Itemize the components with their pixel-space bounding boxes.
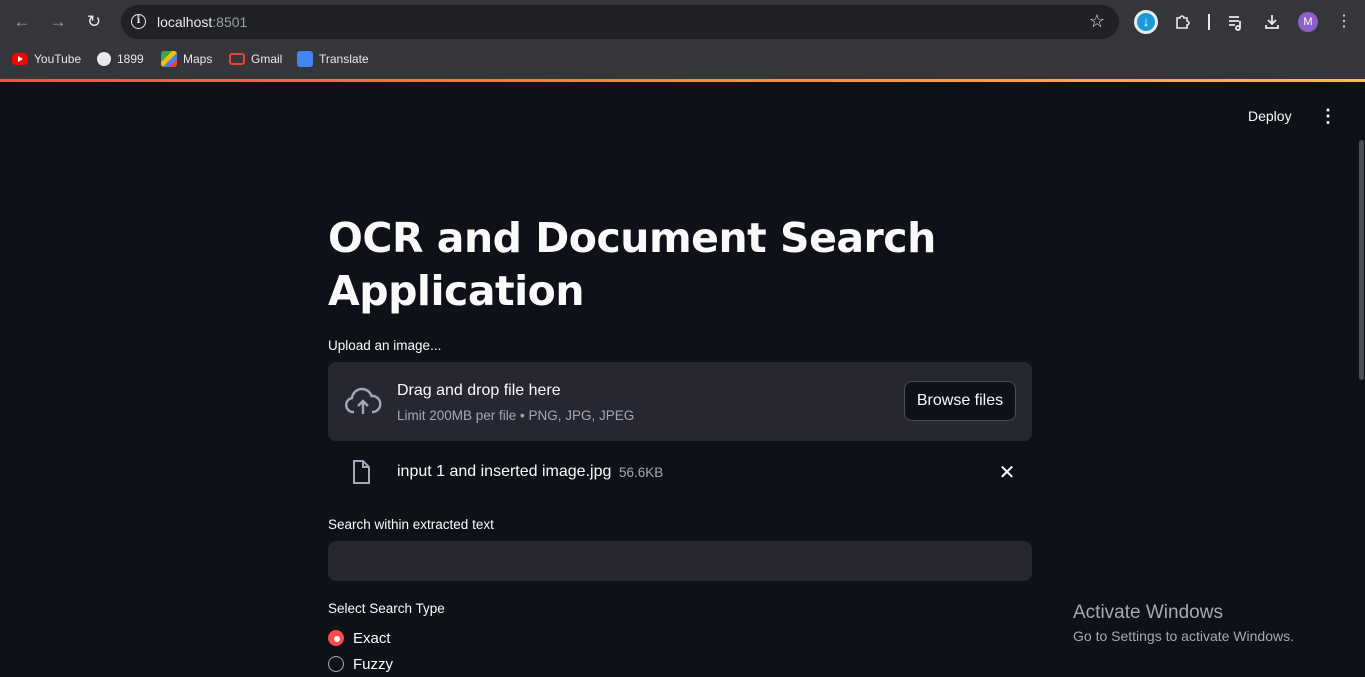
uploaded-file-size: 56.6KB <box>619 465 664 480</box>
globe-icon <box>97 52 111 66</box>
bookmark-translate[interactable]: Translate <box>297 51 369 67</box>
site-info-icon[interactable]: i <box>131 14 146 29</box>
bookmark-label: 1899 <box>117 52 144 66</box>
uploaded-file-row: input 1 and inserted image.jpg 56.6KB ✕ <box>328 452 1032 492</box>
bookmark-label: YouTube <box>34 52 82 66</box>
downloads-icon[interactable] <box>1260 10 1284 34</box>
forward-arrow-icon[interactable]: → <box>46 10 70 34</box>
watermark-subtitle: Go to Settings to activate Windows. <box>1073 628 1294 644</box>
windows-activation-watermark: Activate Windows Go to Settings to activ… <box>1073 602 1294 644</box>
reading-list-icon[interactable] <box>1224 10 1248 34</box>
bookmark-1899[interactable]: 1899 <box>97 51 144 67</box>
gmail-icon <box>229 53 245 65</box>
app-menu-icon[interactable]: ⋮ <box>1318 106 1338 126</box>
bookmark-label: Translate <box>319 52 369 66</box>
streamlit-app: Deploy ⋮ OCR and Document Search Applica… <box>0 82 1365 677</box>
address-bar[interactable]: i localhost:8501 ☆ <box>121 5 1119 39</box>
deploy-button[interactable]: Deploy <box>1248 108 1292 124</box>
radio-option-fuzzy[interactable]: Fuzzy <box>328 653 393 675</box>
dropzone-limits: Limit 200MB per file • PNG, JPG, JPEG <box>397 408 635 423</box>
download-extension-icon[interactable]: ↓ <box>1134 10 1158 34</box>
bookmark-label: Maps <box>183 52 213 66</box>
file-dropzone[interactable]: Drag and drop file here Limit 200MB per … <box>328 362 1032 441</box>
radio-label: Fuzzy <box>353 655 394 673</box>
youtube-icon <box>12 53 28 65</box>
search-label: Search within extracted text <box>328 517 494 532</box>
browse-files-button[interactable]: Browse files <box>904 381 1016 421</box>
bookmark-star-icon[interactable]: ☆ <box>1089 11 1105 32</box>
url-host: localhost <box>157 14 213 30</box>
toolbar-separator <box>1208 14 1210 30</box>
bookmarks-bar: YouTube 1899 Maps Gmail Translate <box>0 44 1365 74</box>
bookmark-label: Gmail <box>251 52 283 66</box>
page-title: OCR and Document Search Application <box>328 214 936 315</box>
profile-avatar[interactable]: M <box>1298 12 1318 32</box>
browser-chrome: ← → ↻ i localhost:8501 ☆ ↓ M ⋮ YouTube 1… <box>0 0 1365 80</box>
browser-menu-icon[interactable]: ⋮ <box>1332 10 1356 34</box>
extensions-puzzle-icon[interactable] <box>1171 10 1195 34</box>
bookmark-youtube[interactable]: YouTube <box>12 51 81 67</box>
cloud-upload-icon <box>344 387 382 414</box>
page-scrollbar[interactable] <box>1359 140 1364 380</box>
bookmark-gmail[interactable]: Gmail <box>229 51 282 67</box>
radio-selected-icon[interactable] <box>328 630 344 646</box>
dropzone-title: Drag and drop file here <box>397 382 561 399</box>
reload-icon[interactable]: ↻ <box>82 10 106 34</box>
radio-unselected-icon[interactable] <box>328 656 344 672</box>
search-type-label: Select Search Type <box>328 601 445 616</box>
maps-icon <box>161 51 177 67</box>
file-icon <box>353 460 370 484</box>
translate-icon <box>297 51 313 67</box>
radio-option-exact[interactable]: Exact <box>328 627 391 649</box>
browser-toolbar: ← → ↻ i localhost:8501 ☆ ↓ M ⋮ <box>0 0 1365 44</box>
bookmark-maps[interactable]: Maps <box>161 51 212 67</box>
watermark-title: Activate Windows <box>1073 602 1223 623</box>
upload-label: Upload an image... <box>328 338 442 353</box>
back-arrow-icon[interactable]: ← <box>10 10 34 34</box>
url-text[interactable]: localhost:8501 <box>157 14 247 30</box>
search-input[interactable] <box>328 541 1032 581</box>
radio-label: Exact <box>353 629 391 647</box>
url-port: :8501 <box>212 14 248 30</box>
remove-file-close-icon[interactable]: ✕ <box>998 460 1016 484</box>
uploaded-file-name: input 1 and inserted image.jpg <box>397 463 612 480</box>
